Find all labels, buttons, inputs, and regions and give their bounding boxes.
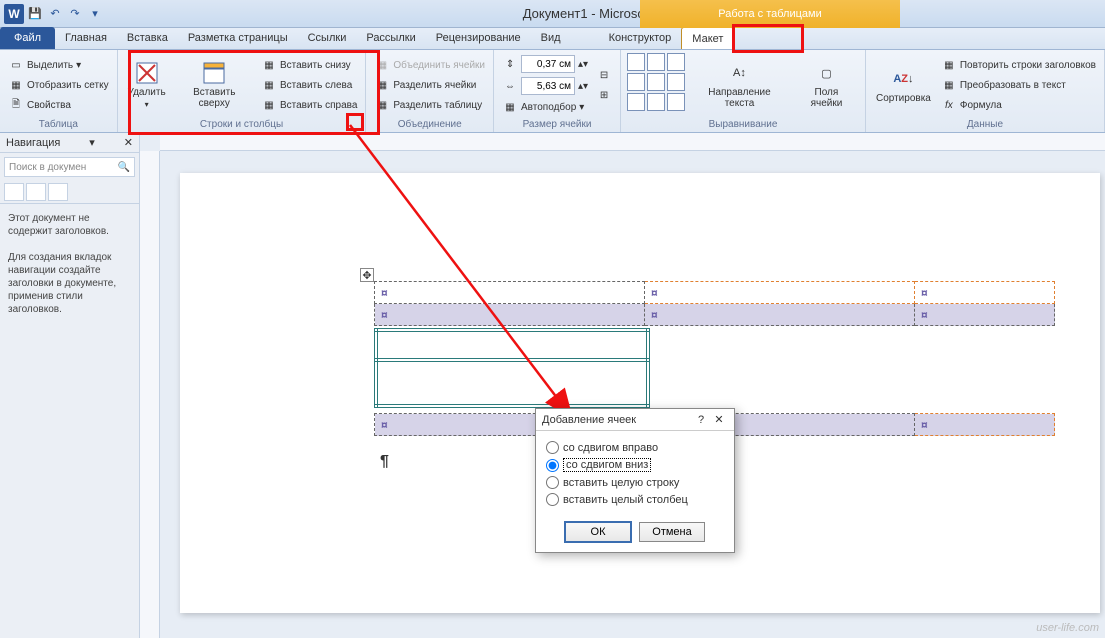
margins-icon: ▢ xyxy=(814,61,838,85)
tab-insert[interactable]: Вставка xyxy=(117,27,178,49)
document-table-teal[interactable] xyxy=(374,328,650,408)
distribute-cols-button[interactable]: ⊞ xyxy=(594,86,614,104)
insert-above-icon xyxy=(202,61,226,85)
app-icon[interactable]: W xyxy=(4,4,24,24)
nav-header: Навигация ▾ ✕ xyxy=(0,133,139,153)
group-merge: ▦Объединить ячейки ▦Разделить ячейки ▦Ра… xyxy=(366,50,494,132)
radio-entire-row[interactable]: вставить целую строку xyxy=(546,474,724,491)
sort-icon: AZ↓ xyxy=(891,67,915,91)
nav-close-icon[interactable]: ✕ xyxy=(124,136,133,149)
tab-table-layout[interactable]: Макет xyxy=(681,27,734,49)
quick-access-toolbar: W 💾 ↶ ↷ ▾ xyxy=(0,4,104,24)
cancel-button[interactable]: Отмена xyxy=(639,522,705,542)
table-move-handle[interactable]: ✥ xyxy=(360,268,374,282)
insert-below-button[interactable]: ▦Вставить снизу xyxy=(259,56,359,74)
group-align-label: Выравнивание xyxy=(627,117,859,132)
paragraph-mark: ¶ xyxy=(380,453,389,471)
group-rows-cols: Удалить▾ Вставить сверху ▦Вставить снизу… xyxy=(118,50,367,132)
tab-table-design[interactable]: Конструктор xyxy=(599,27,682,49)
ribbon-tabs: Файл Главная Вставка Разметка страницы С… xyxy=(0,28,1105,50)
watermark: user-life.com xyxy=(1036,622,1099,634)
radio-shift-down[interactable]: со сдвигом вниз xyxy=(546,456,724,474)
tab-page-layout[interactable]: Разметка страницы xyxy=(178,27,298,49)
ok-button[interactable]: ОК xyxy=(565,522,631,542)
radio-entire-col[interactable]: вставить целый столбец xyxy=(546,491,724,508)
dialog-close-icon[interactable]: ✕ xyxy=(710,413,728,426)
text-direction-button[interactable]: A↕ Направление текста xyxy=(689,53,790,117)
group-merge-label: Объединение xyxy=(372,117,487,132)
group-size-label: Размер ячейки xyxy=(500,117,614,132)
nav-search-input[interactable]: Поиск в докумен 🔍 xyxy=(4,157,135,177)
col-width-input[interactable]: ⇔▴▾ xyxy=(500,76,590,96)
insert-left-button[interactable]: ▦Вставить слева xyxy=(259,76,359,94)
insert-right-button[interactable]: ▦Вставить справа xyxy=(259,96,359,114)
group-data-label: Данные xyxy=(872,117,1098,132)
distribute-rows-button[interactable]: ⊟ xyxy=(594,66,614,84)
dialog-help-icon[interactable]: ? xyxy=(692,414,710,426)
select-button[interactable]: ▭Выделить▾ xyxy=(6,56,111,74)
editor-area: ✥ ¤¤¤ ¤¤¤ ¤¤ ¶ xyxy=(140,133,1105,638)
repeat-header-button[interactable]: ▦Повторить строки заголовков xyxy=(939,56,1098,74)
group-data: AZ↓ Сортировка ▦Повторить строки заголов… xyxy=(866,50,1105,132)
convert-text-button[interactable]: ▦Преобразовать в текст xyxy=(939,76,1098,94)
row-height-input[interactable]: ⇕▴▾ xyxy=(500,54,590,74)
document-table[interactable]: ¤¤¤ ¤¤¤ xyxy=(374,281,1055,326)
cell-margins-button[interactable]: ▢ Поля ячейки xyxy=(794,53,859,117)
save-icon[interactable]: 💾 xyxy=(26,5,44,23)
sort-button[interactable]: AZ↓ Сортировка xyxy=(872,53,935,117)
merge-cells-button[interactable]: ▦Объединить ячейки xyxy=(372,56,487,74)
ribbon: ▭Выделить▾ ▦Отобразить сетку 🗎Свойства Т… xyxy=(0,50,1105,133)
group-alignment: A↕ Направление текста ▢ Поля ячейки Выра… xyxy=(621,50,866,132)
tab-file[interactable]: Файл xyxy=(0,27,55,49)
radio-shift-right[interactable]: со сдвигом вправо xyxy=(546,439,724,456)
gridlines-button[interactable]: ▦Отобразить сетку xyxy=(6,76,111,94)
group-table-label: Таблица xyxy=(6,117,111,132)
delete-icon xyxy=(135,61,159,85)
contextual-tab-title: Работа с таблицами xyxy=(640,0,900,28)
alignment-grid[interactable] xyxy=(627,53,685,117)
tab-mailings[interactable]: Рассылки xyxy=(356,27,425,49)
dialog-titlebar[interactable]: Добавление ячеек ? ✕ xyxy=(536,409,734,431)
group-rows-label: Строки и столбцы xyxy=(124,117,360,132)
tab-view[interactable]: Вид xyxy=(531,27,571,49)
nav-dropdown-icon[interactable]: ▾ xyxy=(89,136,95,149)
text-direction-icon: A↕ xyxy=(727,61,751,85)
tab-review[interactable]: Рецензирование xyxy=(426,27,531,49)
horizontal-ruler[interactable] xyxy=(160,133,1105,151)
vertical-ruler[interactable] xyxy=(140,151,160,638)
tab-references[interactable]: Ссылки xyxy=(298,27,357,49)
tab-home[interactable]: Главная xyxy=(55,27,117,49)
redo-icon[interactable]: ↷ xyxy=(66,5,84,23)
insert-cells-dialog: Добавление ячеек ? ✕ со сдвигом вправо с… xyxy=(535,408,735,553)
dialog-body: со сдвигом вправо со сдвигом вниз встави… xyxy=(536,431,734,516)
delete-button[interactable]: Удалить▾ xyxy=(124,53,170,117)
dialog-title: Добавление ячеек xyxy=(542,414,636,426)
properties-button[interactable]: 🗎Свойства xyxy=(6,96,111,114)
split-table-button[interactable]: ▦Разделить таблицу xyxy=(372,96,487,114)
group-table: ▭Выделить▾ ▦Отобразить сетку 🗎Свойства Т… xyxy=(0,50,118,132)
document-area: Навигация ▾ ✕ Поиск в докумен 🔍 Этот док… xyxy=(0,133,1105,638)
window-title: Документ1 - Microsoft Word xyxy=(104,6,1105,21)
undo-icon[interactable]: ↶ xyxy=(46,5,64,23)
group-cell-size: ⇕▴▾ ⇔▴▾ ▦Автоподбор▾ ⊟ ⊞ Размер ячейки xyxy=(494,50,621,132)
autofit-button[interactable]: ▦Автоподбор▾ xyxy=(500,98,590,116)
nav-message: Этот документ не содержит заголовков. Дл… xyxy=(0,204,139,324)
search-icon: 🔍 xyxy=(118,162,130,173)
formula-button[interactable]: fxФормула xyxy=(939,96,1098,114)
split-cells-button[interactable]: ▦Разделить ячейки xyxy=(372,76,487,94)
navigation-pane: Навигация ▾ ✕ Поиск в докумен 🔍 Этот док… xyxy=(0,133,140,638)
nav-view-tabs[interactable] xyxy=(0,181,139,204)
titlebar: W 💾 ↶ ↷ ▾ Документ1 - Microsoft Word Раб… xyxy=(0,0,1105,28)
qat-more-icon[interactable]: ▾ xyxy=(86,5,104,23)
insert-above-button[interactable]: Вставить сверху xyxy=(174,53,255,117)
